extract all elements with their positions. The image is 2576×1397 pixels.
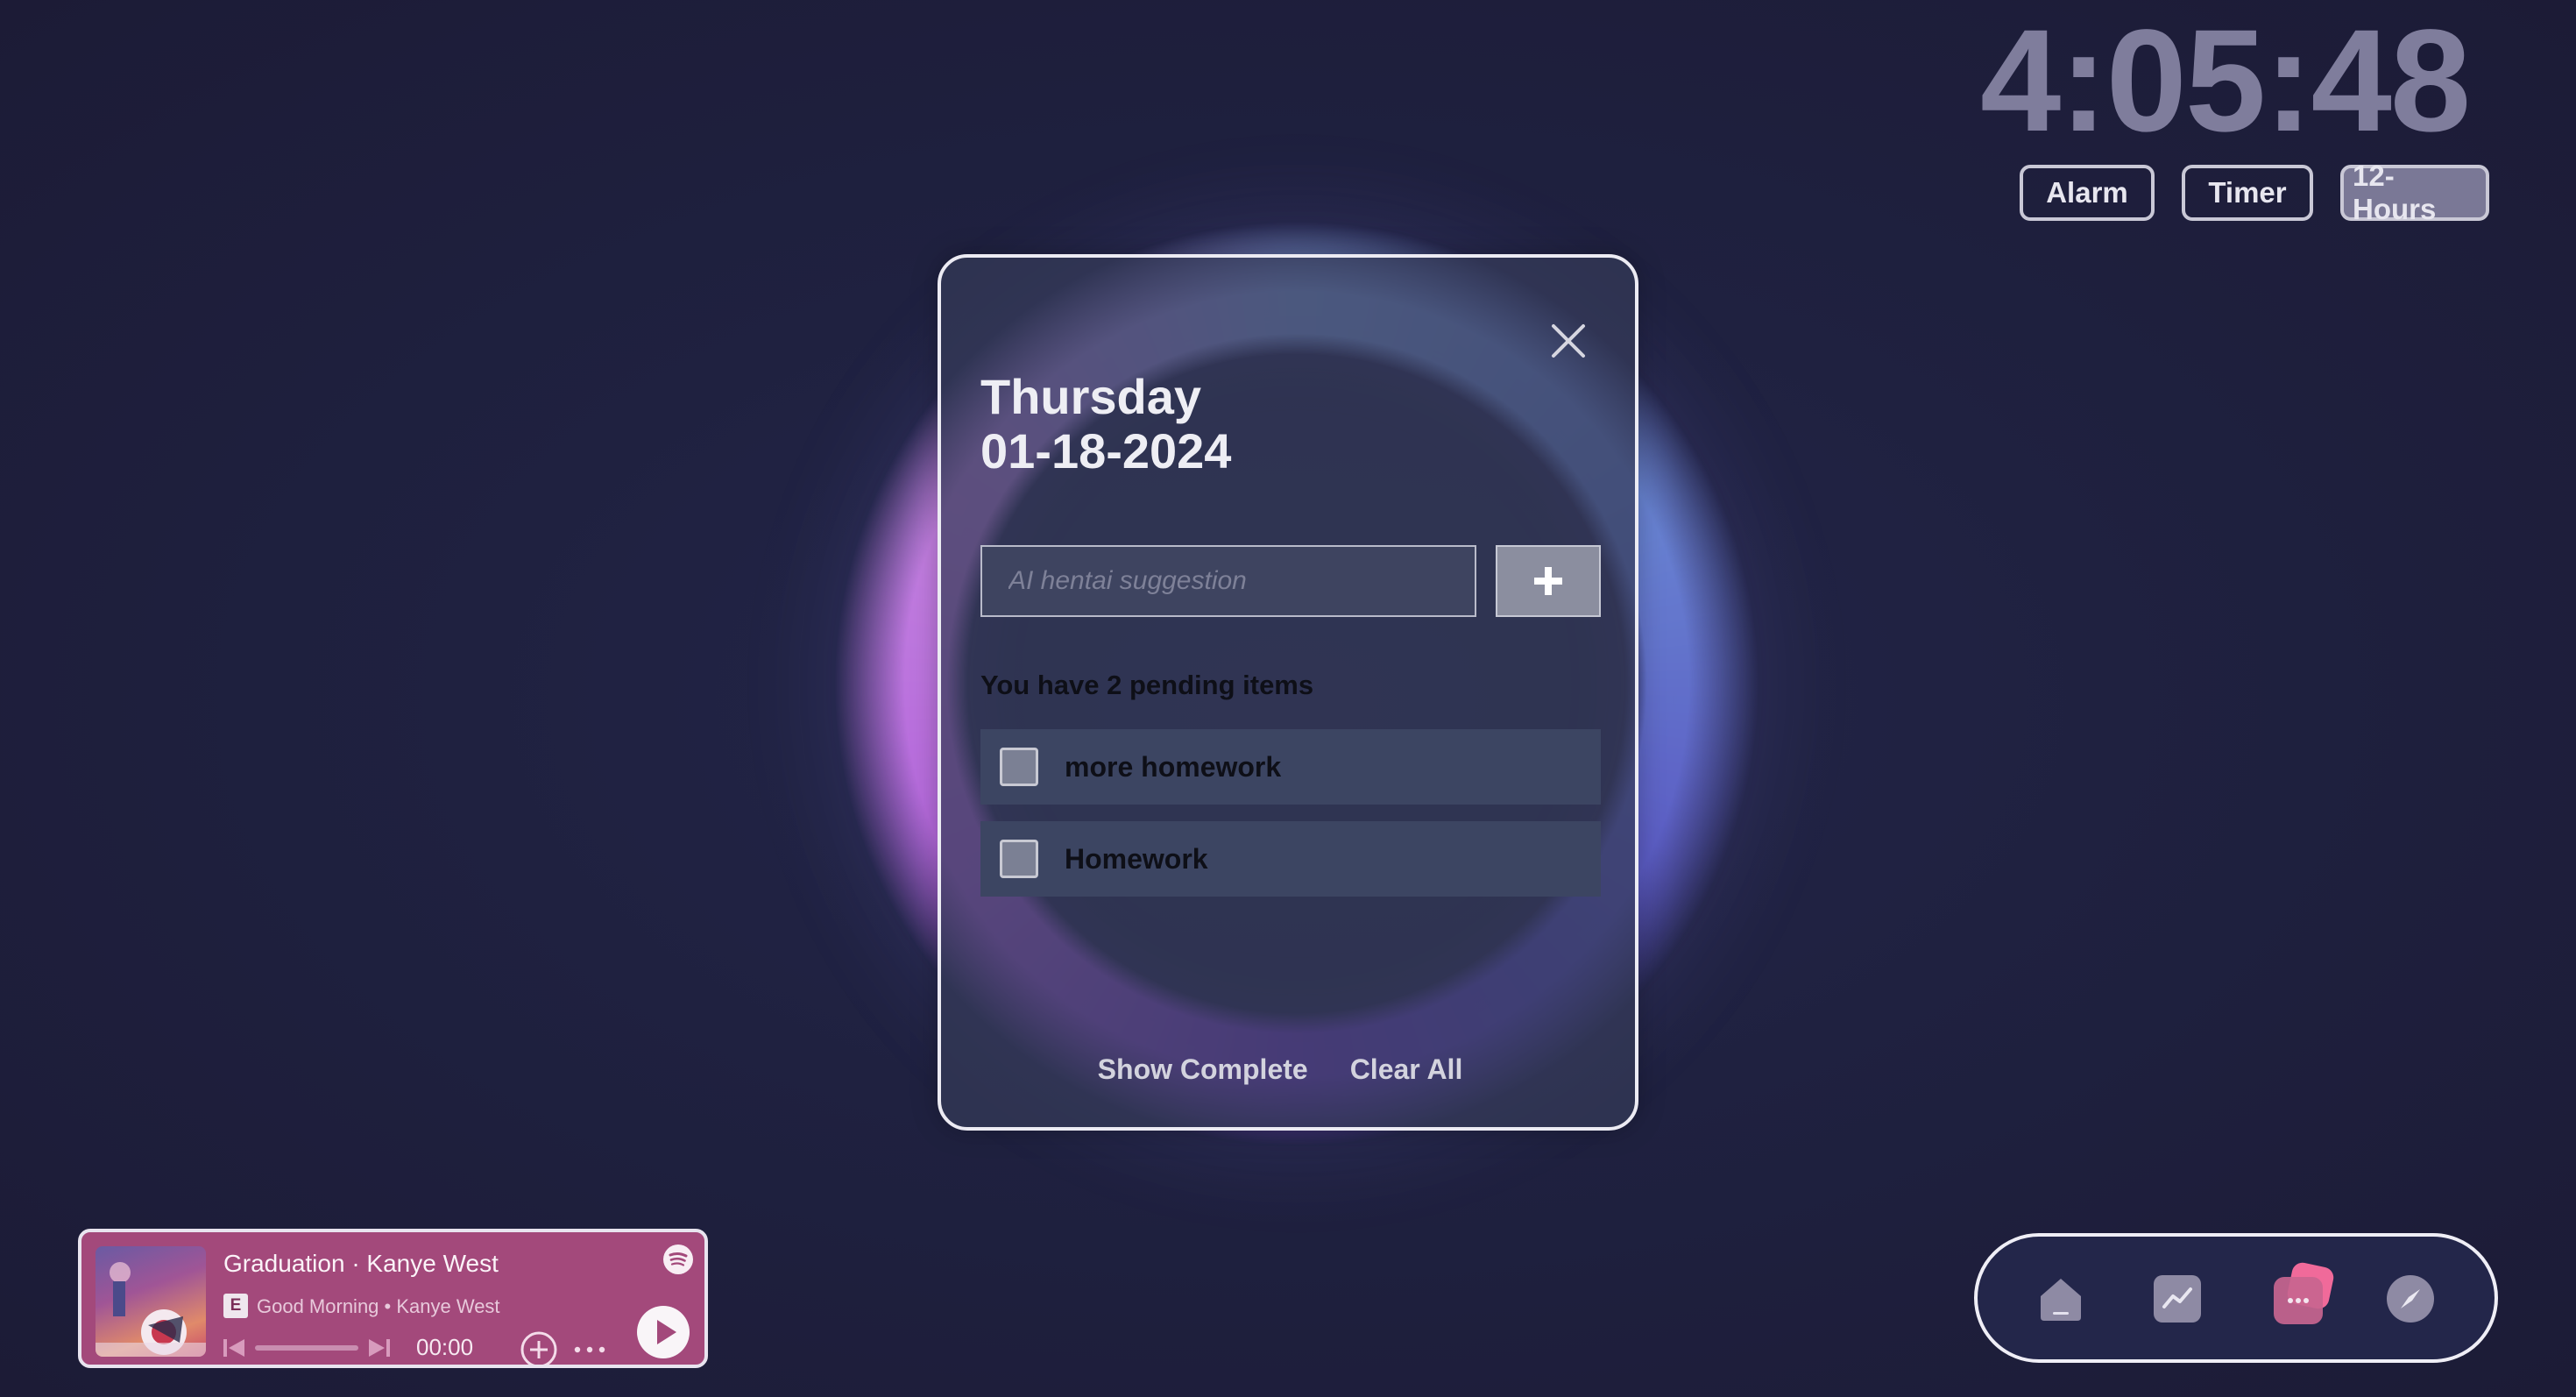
player-controls: 00:00 <box>222 1330 704 1368</box>
play-button[interactable] <box>637 1306 690 1358</box>
compass-icon[interactable] <box>2385 1273 2436 1324</box>
todo-item: more homework <box>980 729 1601 805</box>
add-to-library-icon[interactable] <box>520 1330 558 1368</box>
todo-footer: Show Complete Clear All <box>941 1053 1635 1086</box>
date-heading: Thursday 01-18-2024 <box>980 370 1231 479</box>
add-item-button[interactable] <box>1496 545 1601 617</box>
next-icon[interactable] <box>367 1336 392 1360</box>
todo-item: Homework <box>980 821 1601 897</box>
app-dock <box>1974 1233 2498 1363</box>
todo-item-label: more homework <box>1065 750 1282 783</box>
todo-input[interactable] <box>980 545 1476 617</box>
todo-checkbox[interactable] <box>1000 840 1038 878</box>
12-hours-button[interactable]: 12-Hours <box>2340 160 2489 225</box>
chat-icon[interactable] <box>2268 1261 2339 1331</box>
todo-checkbox[interactable] <box>1000 748 1038 786</box>
playback-time: 00:00 <box>416 1334 474 1360</box>
date-label: 01-18-2024 <box>980 423 1232 479</box>
play-icon <box>657 1320 676 1344</box>
previous-icon[interactable] <box>222 1336 246 1360</box>
home-icon[interactable] <box>2035 1273 2086 1324</box>
clock-mode-buttons: Alarm Timer 12-Hours <box>2020 160 2489 225</box>
explicit-badge: E <box>223 1294 248 1318</box>
spotify-icon[interactable] <box>663 1245 693 1274</box>
todo-item-label: Homework <box>1065 842 1208 875</box>
more-options-icon[interactable] <box>572 1343 607 1357</box>
song-title[interactable]: Graduation · Kanye West <box>223 1250 499 1278</box>
pending-count: You have 2 pending items <box>980 670 1314 700</box>
clock-display: 4:05:48 <box>1980 0 2471 162</box>
progress-bar[interactable] <box>255 1345 358 1351</box>
alarm-button[interactable]: Alarm <box>2020 165 2155 221</box>
close-icon[interactable] <box>1548 321 1589 361</box>
song-subtitle[interactable]: Good Morning • Kanye West <box>257 1295 500 1318</box>
show-complete-button[interactable]: Show Complete <box>1098 1053 1308 1086</box>
chart-icon[interactable] <box>2152 1273 2203 1324</box>
timer-button[interactable]: Timer <box>2182 165 2313 221</box>
clear-all-button[interactable]: Clear All <box>1350 1053 1463 1086</box>
plus-icon <box>1534 567 1562 595</box>
music-player: Graduation · Kanye West E Good Morning •… <box>78 1229 708 1368</box>
todo-modal: Thursday 01-18-2024 You have 2 pending i… <box>938 254 1638 1131</box>
album-cover <box>96 1246 206 1357</box>
day-label: Thursday <box>980 369 1202 424</box>
